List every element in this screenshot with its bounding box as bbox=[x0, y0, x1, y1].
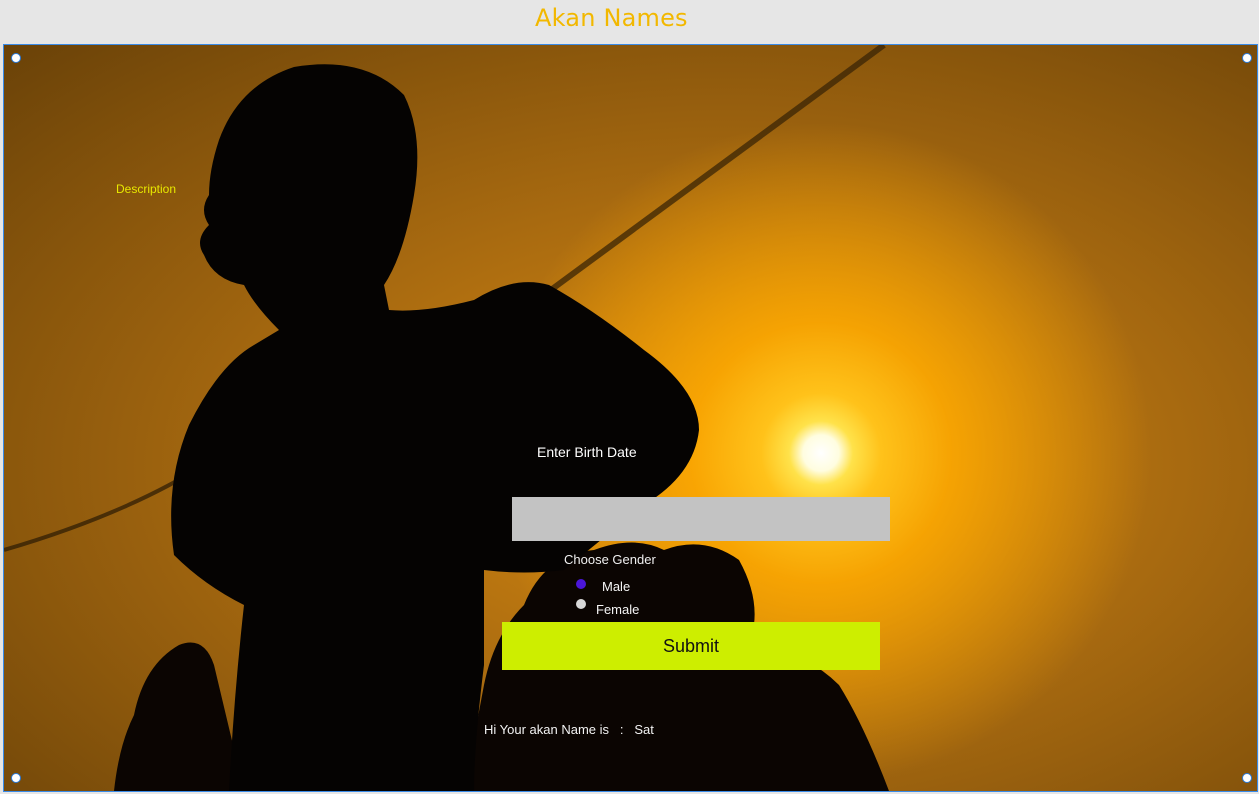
resize-handle-top-right[interactable] bbox=[1242, 53, 1252, 63]
submit-button[interactable]: Submit bbox=[502, 622, 880, 670]
birth-date-input[interactable] bbox=[512, 497, 890, 541]
background-photo bbox=[4, 45, 889, 791]
resize-handle-top-left[interactable] bbox=[11, 53, 21, 63]
result-separator: : bbox=[619, 722, 624, 737]
birth-date-label: Enter Birth Date bbox=[537, 444, 637, 460]
result-value: Sat bbox=[634, 722, 654, 737]
resize-handle-bottom-left[interactable] bbox=[11, 773, 21, 783]
app-title: Akan Names bbox=[535, 4, 688, 32]
title-bar: Akan Names bbox=[0, 0, 1259, 44]
female-radio-label[interactable]: Female bbox=[596, 602, 639, 617]
resize-handle-bottom-right[interactable] bbox=[1242, 773, 1252, 783]
female-radio[interactable] bbox=[576, 599, 586, 609]
male-radio[interactable] bbox=[576, 579, 586, 589]
design-canvas[interactable]: Description Enter Birth Date Choose Gend… bbox=[3, 44, 1258, 792]
gender-label: Choose Gender bbox=[564, 552, 656, 567]
result-text: Hi Your akan Name is : Sat bbox=[484, 722, 654, 737]
male-radio-label[interactable]: Male bbox=[602, 579, 630, 594]
result-prefix: Hi Your akan Name is bbox=[484, 722, 610, 737]
description-link[interactable]: Description bbox=[116, 182, 176, 196]
